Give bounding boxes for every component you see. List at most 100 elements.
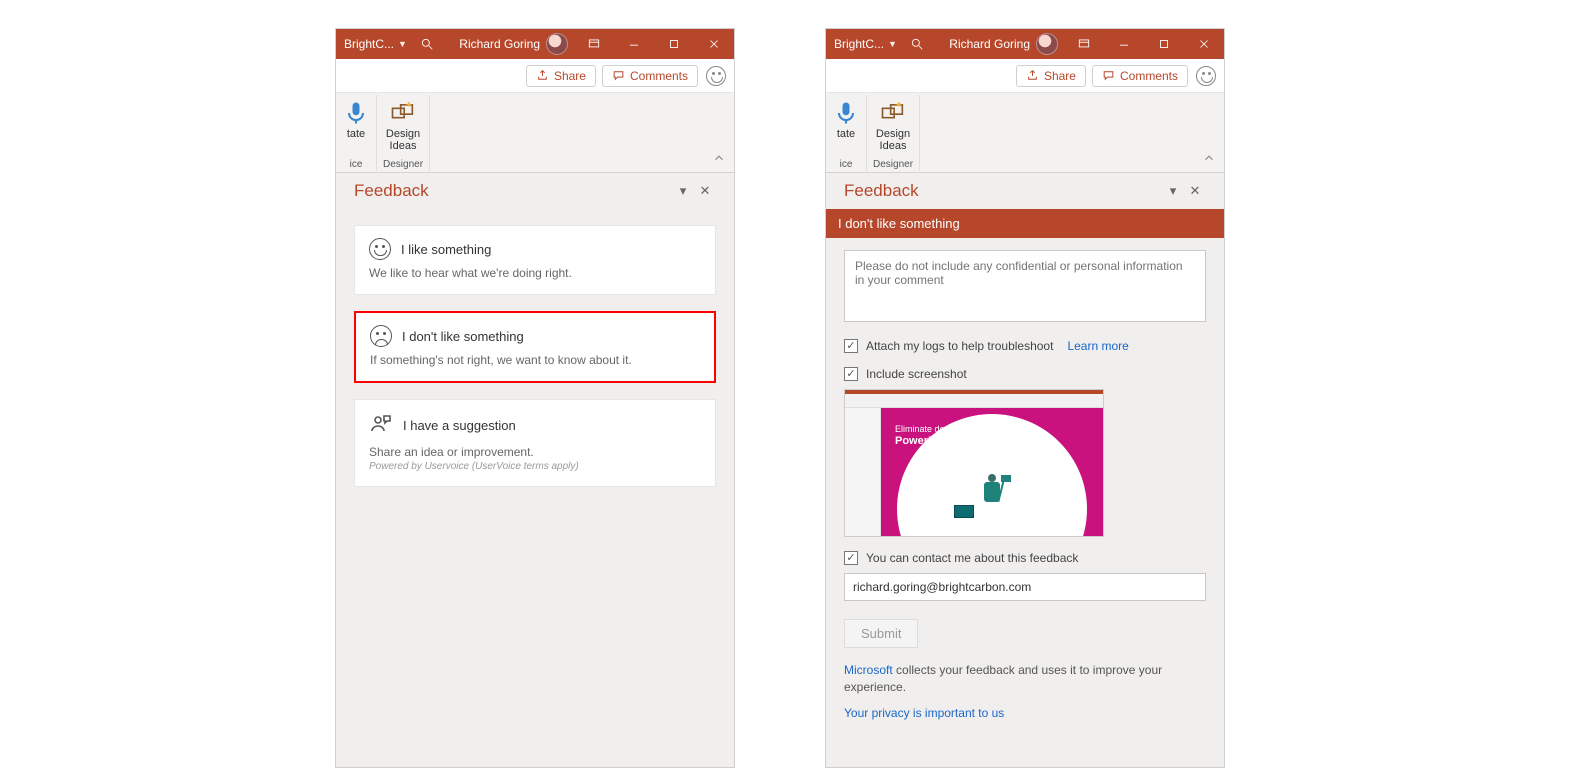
minimize-icon	[1117, 37, 1131, 51]
share-button[interactable]: Share	[1016, 65, 1086, 87]
avatar-icon	[1036, 33, 1058, 55]
window-icon	[587, 37, 601, 51]
window-icon	[1077, 37, 1091, 51]
document-name-text: BrightC...	[834, 37, 884, 51]
ribbon-group-label: ice	[840, 159, 853, 171]
search-icon	[420, 37, 434, 51]
minimize-button[interactable]	[1104, 29, 1144, 59]
powerpoint-window-right: BrightC... ▼ Richard Goring Share	[825, 28, 1225, 768]
feedback-button[interactable]	[706, 66, 726, 86]
minimize-button[interactable]	[614, 29, 654, 59]
screenshot-slide: Eliminate death by PowerPoint	[881, 408, 1103, 536]
ribbon-group-designer[interactable]: Design Ideas Designer	[867, 95, 920, 171]
user-name: Richard Goring	[459, 37, 540, 51]
smile-icon	[369, 238, 391, 260]
feedback-option-suggest[interactable]: I have a suggestion Share an idea or imp…	[354, 399, 716, 487]
ribbon-group-dictate[interactable]: tate ice	[826, 95, 867, 171]
design-ideas-icon	[389, 99, 417, 127]
pane-header: Feedback ▾ ✕	[826, 173, 1224, 209]
feedback-pane-options: I like something We like to hear what we…	[336, 209, 734, 767]
chevron-up-icon	[712, 151, 726, 165]
attach-logs-checkbox[interactable]: ✓	[844, 339, 858, 353]
document-name-text: BrightC...	[344, 37, 394, 51]
comments-label: Comments	[1120, 69, 1178, 83]
microsoft-link[interactable]: Microsoft	[844, 663, 893, 677]
learn-more-link[interactable]: Learn more	[1067, 339, 1128, 353]
option-fineprint: Powered by Uservoice (UserVoice terms ap…	[369, 461, 701, 472]
pane-title: Feedback	[354, 181, 429, 201]
ribbon-item-label: Design Ideas	[876, 129, 910, 152]
ribbon-group-label: ice	[350, 159, 363, 171]
minimize-icon	[627, 37, 641, 51]
feedback-option-like[interactable]: I like something We like to hear what we…	[354, 225, 716, 295]
user-account[interactable]: Richard Goring	[943, 33, 1064, 55]
pane-menu-button[interactable]: ▾	[672, 183, 694, 199]
title-bar: BrightC... ▼ Richard Goring	[336, 29, 734, 59]
ribbon: tate ice Design Ideas Designer	[336, 93, 734, 173]
ribbon-group-designer[interactable]: Design Ideas Designer	[377, 95, 430, 171]
share-label: Share	[554, 69, 586, 83]
chevron-up-icon	[1202, 151, 1216, 165]
ribbon-group-label: Designer	[383, 159, 423, 171]
attach-logs-label: Attach my logs to help troubleshoot	[866, 339, 1053, 353]
frown-icon	[370, 325, 392, 347]
contact-me-checkbox[interactable]: ✓	[844, 551, 858, 565]
comments-button[interactable]: Comments	[602, 65, 698, 87]
pane-menu-button[interactable]: ▾	[1162, 183, 1184, 199]
user-name: Richard Goring	[949, 37, 1030, 51]
share-icon	[536, 69, 549, 82]
ribbon-display-button[interactable]	[574, 29, 614, 59]
pane-header: Feedback ▾ ✕	[336, 173, 734, 209]
collapse-ribbon-button[interactable]	[1202, 151, 1216, 168]
avatar-icon	[546, 33, 568, 55]
submit-button[interactable]: Submit	[844, 619, 918, 648]
suggestion-icon	[369, 412, 393, 439]
feedback-form: I don't like something ✓ Attach my logs …	[826, 209, 1224, 767]
contact-me-row: ✓ You can contact me about this feedback	[844, 551, 1206, 565]
close-button[interactable]	[694, 29, 734, 59]
ribbon-item-label: Design Ideas	[386, 129, 420, 152]
collapse-ribbon-button[interactable]	[712, 151, 726, 168]
option-title: I like something	[401, 242, 491, 257]
quick-action-bar: Share Comments	[336, 59, 734, 93]
pane-title: Feedback	[844, 181, 919, 201]
powerpoint-window-left: BrightC... ▼ Richard Goring Share	[335, 28, 735, 768]
ribbon-item-label: tate	[837, 129, 855, 141]
maximize-button[interactable]	[654, 29, 694, 59]
screenshot-ribbon	[845, 390, 1103, 408]
search-button[interactable]	[407, 29, 447, 59]
document-name[interactable]: BrightC... ▼	[336, 37, 407, 51]
contact-me-label: You can contact me about this feedback	[866, 551, 1078, 565]
feedback-option-dislike[interactable]: I don't like something If something's no…	[354, 311, 716, 383]
design-ideas-icon	[879, 99, 907, 127]
comment-icon	[1102, 69, 1115, 82]
option-title: I have a suggestion	[403, 418, 516, 433]
search-icon	[910, 37, 924, 51]
comments-label: Comments	[630, 69, 688, 83]
ribbon-item-label: tate	[347, 129, 365, 141]
share-button[interactable]: Share	[526, 65, 596, 87]
pane-close-button[interactable]: ✕	[694, 183, 716, 199]
include-screenshot-row: ✓ Include screenshot	[844, 367, 1206, 381]
option-desc: If something's not right, we want to kno…	[370, 353, 700, 367]
feedback-comment-input[interactable]	[844, 250, 1206, 322]
user-account[interactable]: Richard Goring	[453, 33, 574, 55]
privacy-link[interactable]: Your privacy is important to us	[844, 706, 1004, 720]
screenshot-preview[interactable]: Eliminate death by PowerPoint	[844, 389, 1104, 537]
email-input[interactable]	[844, 573, 1206, 601]
comments-button[interactable]: Comments	[1092, 65, 1188, 87]
footer-disclosure: Microsoft collects your feedback and use…	[844, 662, 1206, 696]
document-name[interactable]: BrightC... ▼	[826, 37, 897, 51]
feedback-button[interactable]	[1196, 66, 1216, 86]
include-screenshot-checkbox[interactable]: ✓	[844, 367, 858, 381]
maximize-button[interactable]	[1144, 29, 1184, 59]
include-screenshot-label: Include screenshot	[866, 367, 967, 381]
close-button[interactable]	[1184, 29, 1224, 59]
comment-icon	[612, 69, 625, 82]
ribbon-group-dictate[interactable]: tate ice	[336, 95, 377, 171]
ribbon-display-button[interactable]	[1064, 29, 1104, 59]
pane-close-button[interactable]: ✕	[1184, 183, 1206, 199]
quick-action-bar: Share Comments	[826, 59, 1224, 93]
share-icon	[1026, 69, 1039, 82]
search-button[interactable]	[897, 29, 937, 59]
